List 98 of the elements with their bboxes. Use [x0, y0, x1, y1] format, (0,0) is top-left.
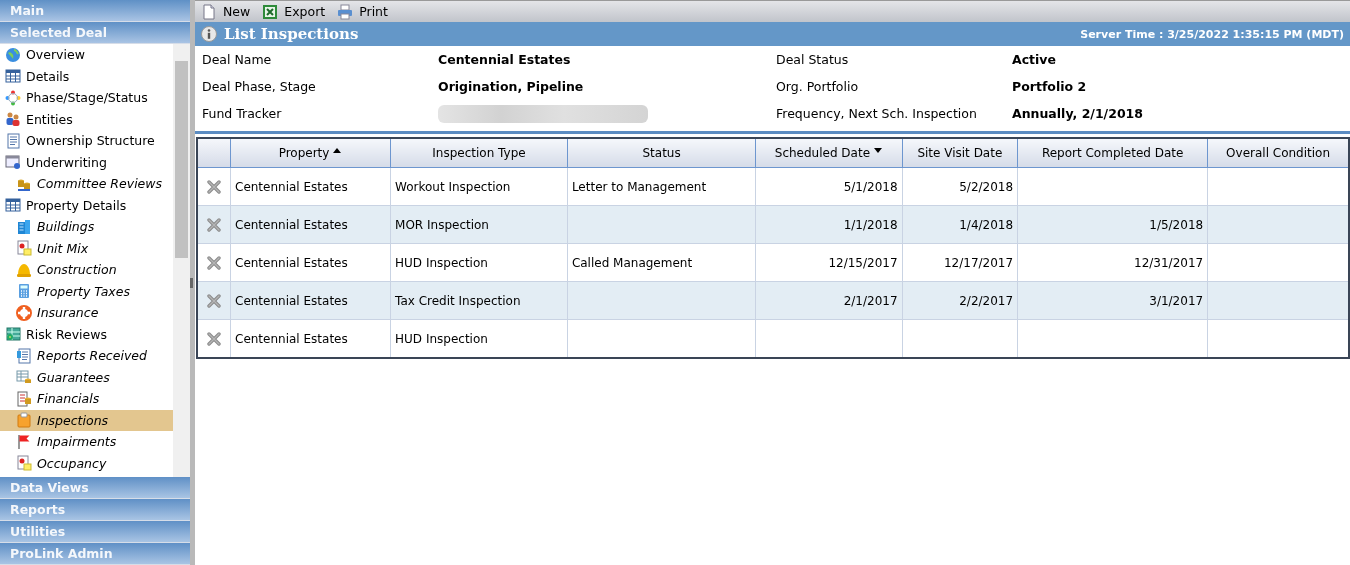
ledger-coins-icon	[16, 390, 32, 407]
nav-item[interactable]: Committee Reviews	[0, 173, 173, 195]
nav-item[interactable]: Unit Mix	[0, 237, 173, 259]
scrollbar[interactable]	[173, 44, 190, 477]
document-icon	[16, 347, 32, 364]
spreadsheet-icon	[262, 3, 279, 20]
cycle-icon	[5, 89, 21, 106]
lifebuoy-icon	[16, 304, 32, 321]
nav-item[interactable]: Financials	[0, 388, 173, 410]
document-icon	[201, 3, 217, 20]
nav-item[interactable]: Occupancy	[0, 452, 173, 474]
spreadsheet-icon	[5, 326, 21, 343]
field-value: Active	[1012, 52, 1057, 67]
nav-item[interactable]: Ownership Structure	[0, 130, 173, 152]
floorplan-icon	[16, 455, 32, 472]
table-cell: 1/5/2018	[1149, 217, 1204, 232]
sort-ascending-icon	[332, 146, 343, 155]
nav-item[interactable]: Insurance	[0, 302, 173, 324]
table-cell: 2/1/2017	[843, 293, 898, 308]
field-value: Centennial Estates	[438, 52, 572, 67]
table-cell: Letter to Management	[571, 179, 707, 194]
nav-item[interactable]: Property Taxes	[0, 280, 173, 302]
table-cell: HUD Inspection	[395, 255, 488, 270]
printer-icon	[337, 3, 354, 20]
table-cell: Called Management	[571, 255, 693, 270]
field-value: Portfolio 2	[1012, 79, 1088, 94]
table-cell: Tax Credit Inspection	[395, 293, 521, 308]
nav-item[interactable]: Buildings	[0, 216, 173, 238]
table-cell: Centennial Estates	[235, 217, 348, 232]
table-cell: 5/1/2018	[843, 179, 898, 194]
nav-item[interactable]: Entities	[0, 108, 173, 130]
building-icon	[16, 218, 32, 235]
field-label: Frequency, Next Sch. Inspection	[776, 106, 978, 121]
field-value: Origination, Pipeline	[438, 79, 585, 94]
nav-item[interactable]: Inspections	[0, 409, 173, 431]
delete-icon[interactable]	[207, 293, 221, 308]
table-cell: 12/17/2017	[943, 255, 1014, 270]
new-button[interactable]: New	[201, 3, 255, 20]
window-icon	[5, 154, 21, 171]
table-cell: Workout Inspection	[395, 179, 511, 194]
field-label: Fund Tracker	[202, 106, 283, 121]
table-cell: 12/31/2017	[1134, 255, 1204, 270]
info-icon	[201, 26, 217, 42]
flag-icon	[16, 433, 32, 450]
table-coins-icon	[16, 369, 32, 386]
globe-icon	[5, 46, 21, 63]
nav-item[interactable]: Property Details	[0, 194, 173, 216]
table-cell: 3/1/2017	[1149, 293, 1204, 308]
clipboard-icon	[16, 412, 32, 429]
splitter-handle[interactable]	[190, 0, 195, 565]
table-icon	[5, 68, 21, 85]
field-label: Deal Status	[776, 52, 850, 67]
page-title: List Inspections	[224, 25, 359, 43]
nav-item[interactable]: Details	[0, 65, 173, 87]
nav-item[interactable]: Impairments	[0, 431, 173, 453]
hard-hat-icon	[16, 261, 32, 278]
table-icon	[5, 197, 21, 214]
delete-icon[interactable]	[207, 217, 221, 232]
column-header[interactable]: Overall Condition	[1207, 138, 1349, 168]
table-cell: Centennial Estates	[235, 255, 348, 270]
column-header[interactable]: Report Completed Date	[1017, 138, 1208, 168]
server-time: Server Time : 3/25/2022 1:35:15 PM (MDT)	[1080, 27, 1344, 41]
column-header[interactable]: Scheduled Date	[755, 138, 903, 168]
table-cell: 2/2/2017	[959, 293, 1014, 308]
field-label: Org. Portfolio	[776, 79, 860, 94]
column-header[interactable]: Status	[567, 138, 756, 168]
nav-item[interactable]: Reports Received	[0, 345, 173, 367]
field-value: Annually, 2/1/2018	[1012, 106, 1144, 121]
nav-item[interactable]: Overview	[0, 44, 173, 66]
print-button[interactable]: Print	[337, 3, 392, 20]
nav-item[interactable]: Underwriting	[0, 151, 173, 173]
nav-item[interactable]: Risk Reviews	[0, 323, 173, 345]
nav-item[interactable]: Guarantees	[0, 366, 173, 388]
nav-item[interactable]: Construction	[0, 259, 173, 281]
nav-item[interactable]: Phase/Stage/Status	[0, 87, 173, 109]
field-label: Deal Name	[202, 52, 273, 67]
calculator-icon	[16, 283, 32, 300]
column-header[interactable]: Site Visit Date	[902, 138, 1018, 168]
floorplan-icon	[16, 240, 32, 257]
people-icon	[5, 111, 21, 128]
table-cell: 1/1/2018	[843, 217, 898, 232]
table-cell: MOR Inspection	[395, 217, 489, 232]
field-label: Deal Phase, Stage	[202, 79, 317, 94]
delete-icon[interactable]	[207, 331, 221, 346]
table-cell: 1/4/2018	[959, 217, 1014, 232]
export-button[interactable]: Export	[262, 3, 330, 20]
table-cell: Centennial Estates	[235, 179, 348, 194]
table-cell: HUD Inspection	[395, 331, 488, 346]
column-header[interactable]: Property	[230, 138, 391, 168]
column-header[interactable]: Inspection Type	[390, 138, 568, 168]
table-cell: 5/2/2018	[959, 179, 1014, 194]
delete-icon[interactable]	[207, 179, 221, 194]
table-cell: Centennial Estates	[235, 293, 348, 308]
delete-icon[interactable]	[207, 255, 221, 270]
document-icon	[5, 132, 21, 149]
table-cell: 12/15/2017	[828, 255, 898, 270]
sort-descending-icon	[873, 146, 884, 155]
table-cell: Centennial Estates	[235, 331, 348, 346]
